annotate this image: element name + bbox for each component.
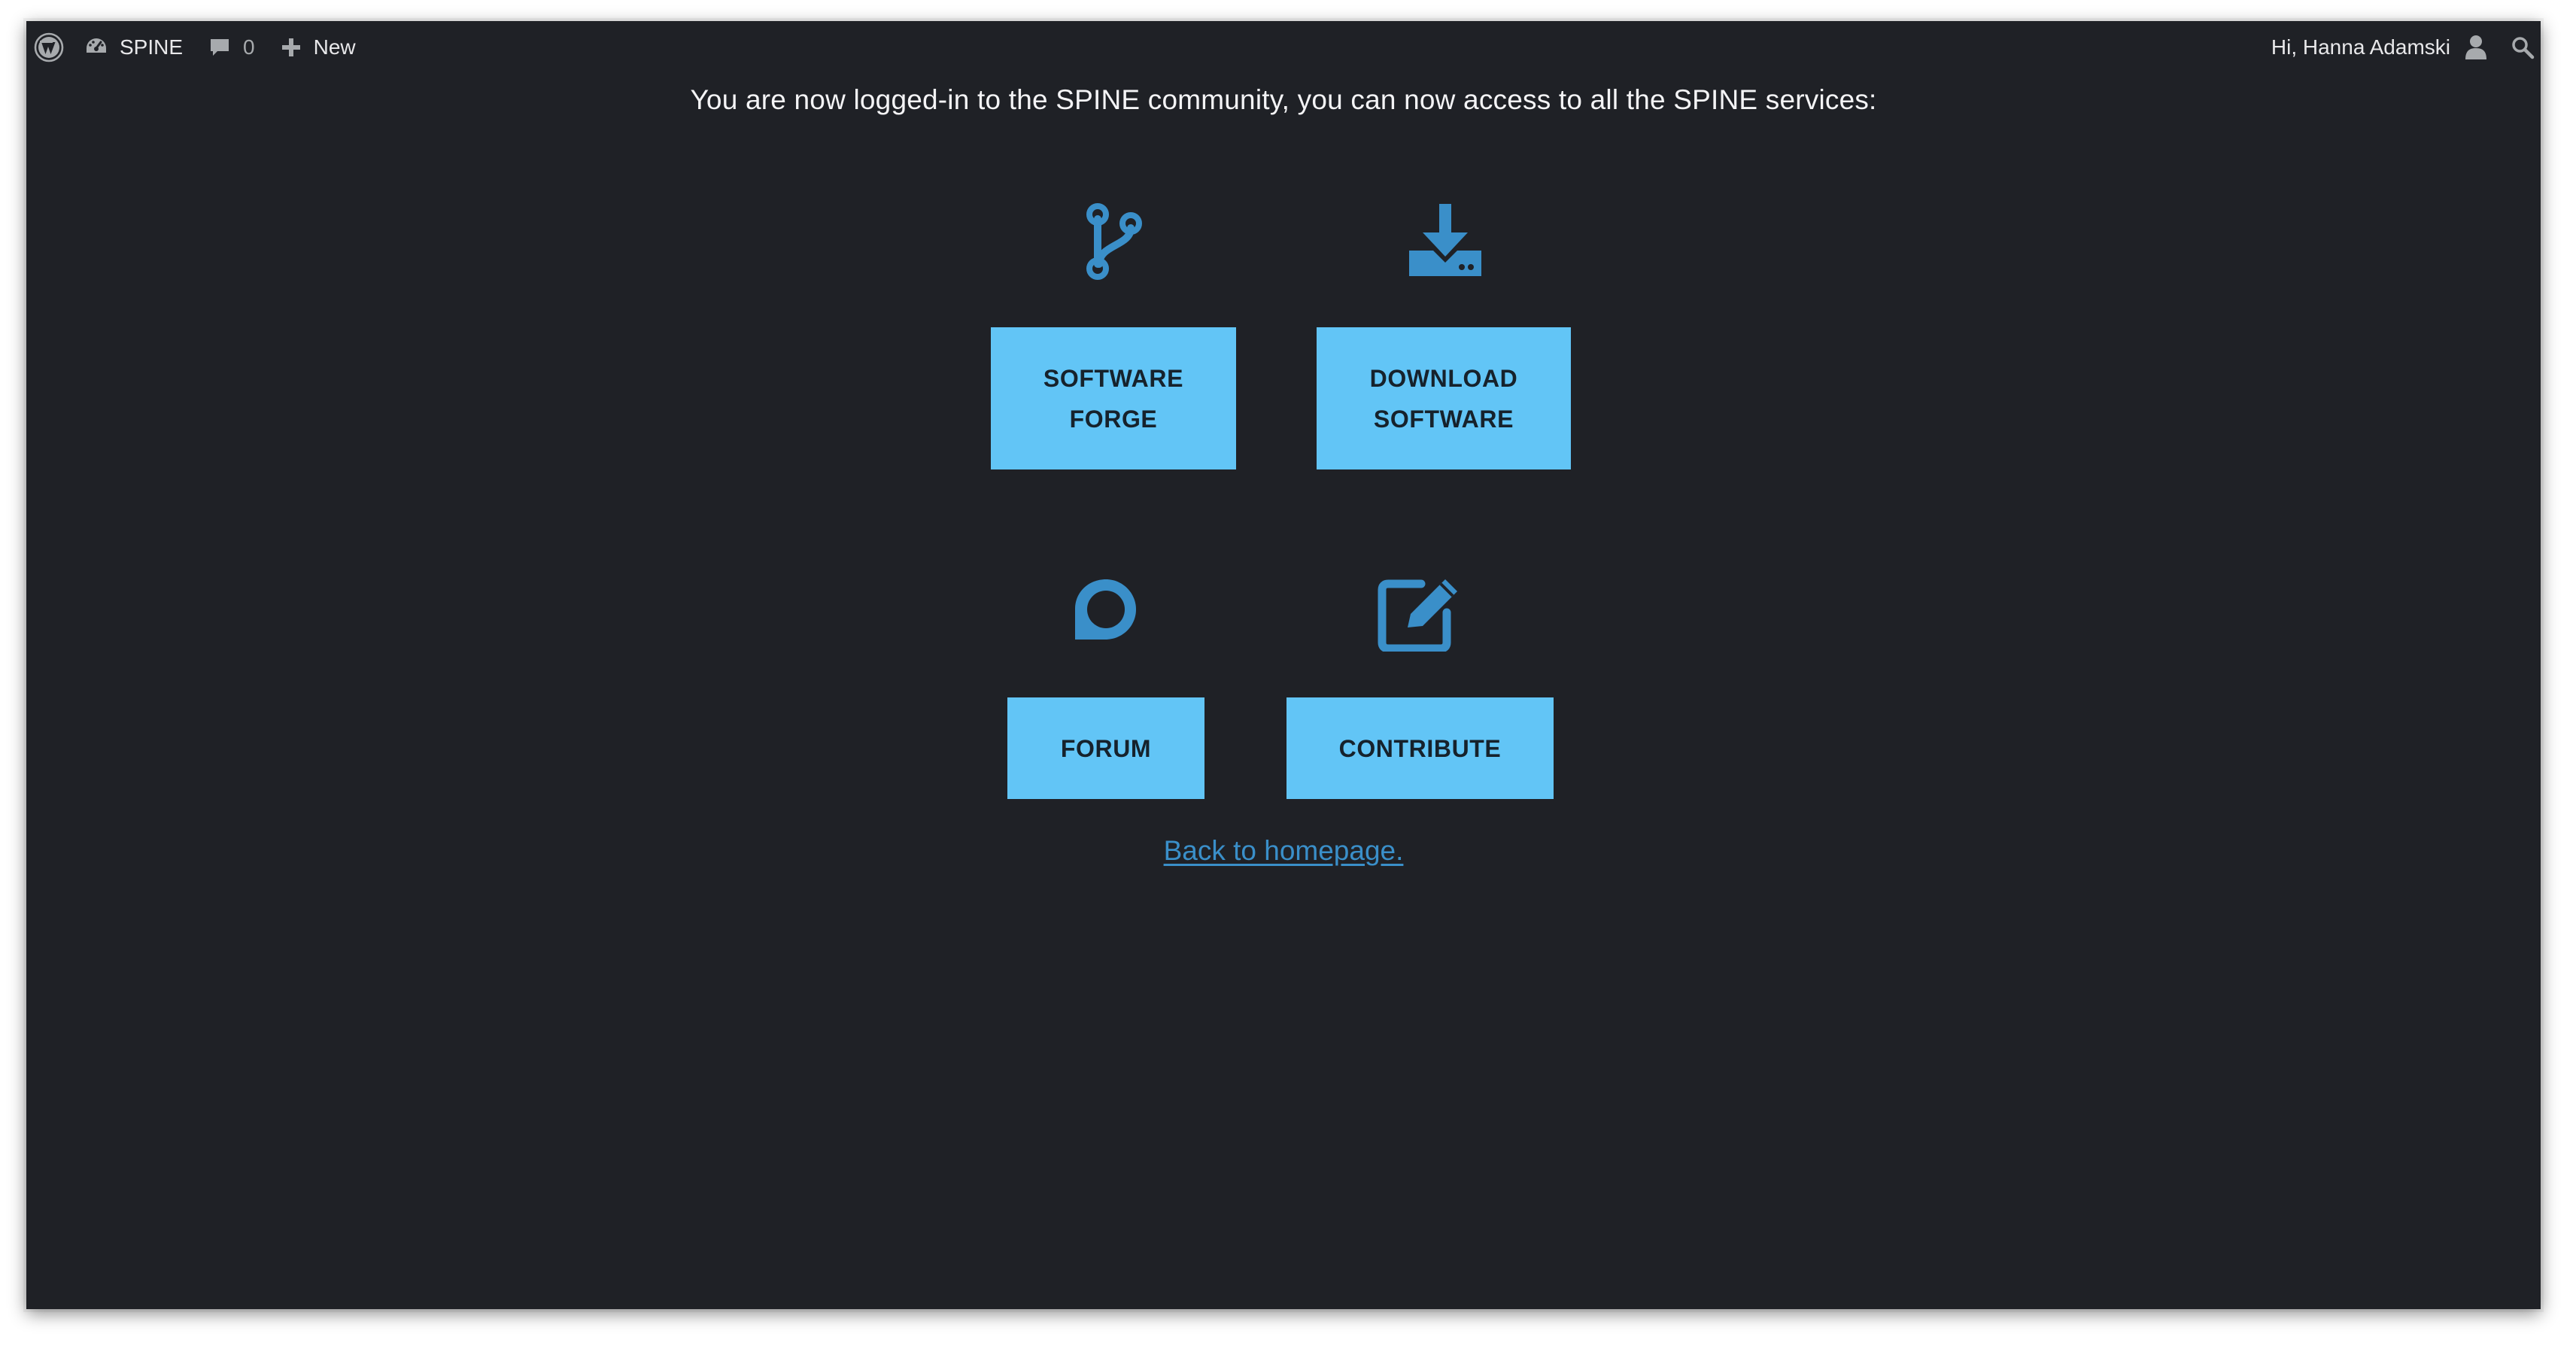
intro-message: You are now logged-in to the SPINE commu… xyxy=(690,84,1877,115)
admin-bar-right: Hi, Hanna Adamski xyxy=(2271,21,2541,74)
site-name-menu[interactable]: SPINE xyxy=(84,21,183,74)
browser-window: SPINE 0 New Hi, Hanna Adamski You are no… xyxy=(26,21,2541,1309)
contribute-label: CONTRIBUTE xyxy=(1338,734,1502,762)
wordpress-icon xyxy=(34,32,64,62)
dashboard-gauge-icon xyxy=(87,38,106,53)
forum-label: FORUM xyxy=(1060,734,1152,762)
download-icon xyxy=(1409,204,1481,276)
site-name-label: SPINE xyxy=(120,35,184,59)
download-software-label: DOWNLOAD SOFTWARE xyxy=(1369,364,1518,433)
search-icon xyxy=(2512,37,2535,59)
software-forge-button[interactable]: SOFTWARE FORGE xyxy=(991,327,1236,469)
plus-icon xyxy=(281,38,300,56)
forum-button[interactable]: FORUM xyxy=(1007,697,1204,799)
edit-icon xyxy=(1378,579,1457,652)
new-label: New xyxy=(313,35,356,59)
download-software-button[interactable]: DOWNLOAD SOFTWARE xyxy=(1317,327,1571,469)
back-to-homepage-link[interactable]: Back to homepage. xyxy=(1164,835,1404,866)
chat-bubble-icon xyxy=(1075,579,1136,640)
admin-bar-left: SPINE 0 New xyxy=(26,21,356,74)
greeting-label: Hi, Hanna Adamski xyxy=(2271,35,2450,59)
user-avatar-icon xyxy=(2465,35,2486,59)
admin-bar-search[interactable] xyxy=(2511,21,2535,74)
comments-menu[interactable]: 0 xyxy=(208,21,255,74)
admin-bar: SPINE 0 New Hi, Hanna Adamski xyxy=(26,21,2541,74)
contribute-button[interactable]: CONTRIBUTE xyxy=(1286,697,1554,799)
new-content-menu[interactable]: New xyxy=(281,21,356,74)
comment-icon xyxy=(211,39,229,56)
code-branch-icon xyxy=(1086,203,1142,280)
comment-count: 0 xyxy=(243,35,255,59)
back-link-container: Back to homepage. xyxy=(26,835,2541,867)
software-forge-label: SOFTWARE FORGE xyxy=(1043,364,1184,433)
my-account-menu[interactable]: Hi, Hanna Adamski xyxy=(2271,21,2488,74)
wordpress-logo-menu[interactable] xyxy=(26,21,71,74)
